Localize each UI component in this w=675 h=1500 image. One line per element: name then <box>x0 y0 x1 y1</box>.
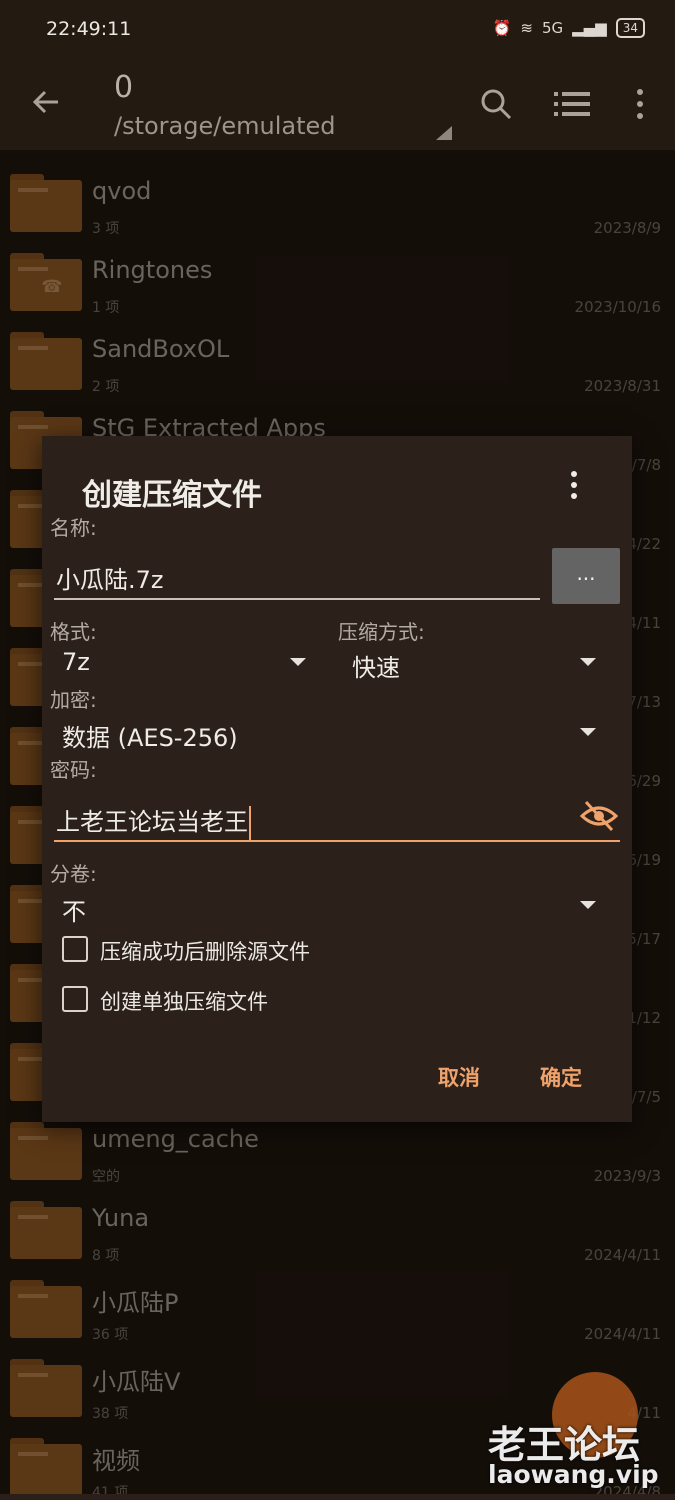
encrypt-value: 数据 (AES-256) <box>62 724 238 752</box>
password-underline <box>54 840 620 842</box>
signal-icon: ▂▄▆ <box>572 19 607 37</box>
format-label: 格式: <box>50 620 97 644</box>
back-arrow-icon[interactable] <box>28 84 64 120</box>
separate-archive-checkbox[interactable] <box>62 986 88 1012</box>
network-label: 5G <box>541 19 564 37</box>
visibility-off-icon[interactable] <box>580 800 618 832</box>
split-label: 分卷: <box>50 862 97 886</box>
bottom-bar <box>0 1494 675 1500</box>
password-value: 上老王论坛当老王 <box>56 808 248 836</box>
ok-button[interactable]: 确定 <box>540 1062 582 1092</box>
method-value: 快速 <box>352 654 400 682</box>
alarm-icon: ⏰ <box>492 19 512 37</box>
encrypt-dropdown-icon <box>580 728 596 736</box>
dialog-more-icon[interactable] <box>566 470 582 500</box>
format-value: 7z <box>62 648 90 676</box>
delete-source-label[interactable]: 压缩成功后删除源文件 <box>100 936 310 966</box>
format-dropdown-icon <box>290 658 306 666</box>
name-input[interactable]: 小瓜陆.7z <box>56 560 164 595</box>
list-view-icon[interactable] <box>554 88 590 120</box>
encrypt-label: 加密: <box>50 688 97 712</box>
cancel-button[interactable]: 取消 <box>438 1062 480 1092</box>
split-value: 不 <box>62 898 86 926</box>
text-cursor <box>249 806 251 840</box>
browse-button[interactable]: ... <box>552 548 620 604</box>
app-bar: 0 /storage/emulated <box>0 60 675 150</box>
path-dropdown-icon[interactable] <box>436 126 452 140</box>
split-dropdown-icon <box>580 901 596 909</box>
delete-source-checkbox[interactable] <box>62 936 88 962</box>
create-archive-dialog: 创建压缩文件 名称: 小瓜陆.7z ... 格式: 7z 压缩方式: 快速 加密… <box>42 436 632 1122</box>
more-vert-icon[interactable] <box>630 86 650 122</box>
status-time: 22:49:11 <box>46 18 132 40</box>
status-bar: 22:49:11 ⏰ ≋ 5G ▂▄▆ 34 <box>0 0 675 60</box>
battery-icon: 34 <box>615 18 645 38</box>
watermark-url: laowang.vip <box>488 1460 659 1489</box>
password-label: 密码: <box>50 758 97 782</box>
name-underline <box>54 598 540 600</box>
app-bar-title: 0 <box>114 70 134 105</box>
search-icon[interactable] <box>478 86 514 122</box>
dialog-title: 创建压缩文件 <box>82 478 262 513</box>
status-icons: ⏰ ≋ 5G ▂▄▆ 34 <box>493 18 645 38</box>
method-label: 压缩方式: <box>338 620 425 644</box>
app-bar-path[interactable]: /storage/emulated <box>114 112 335 140</box>
name-label: 名称: <box>50 516 97 540</box>
separate-archive-label[interactable]: 创建单独压缩文件 <box>100 986 268 1016</box>
method-dropdown-icon <box>580 658 596 666</box>
wifi-icon: ≋ <box>520 19 533 37</box>
